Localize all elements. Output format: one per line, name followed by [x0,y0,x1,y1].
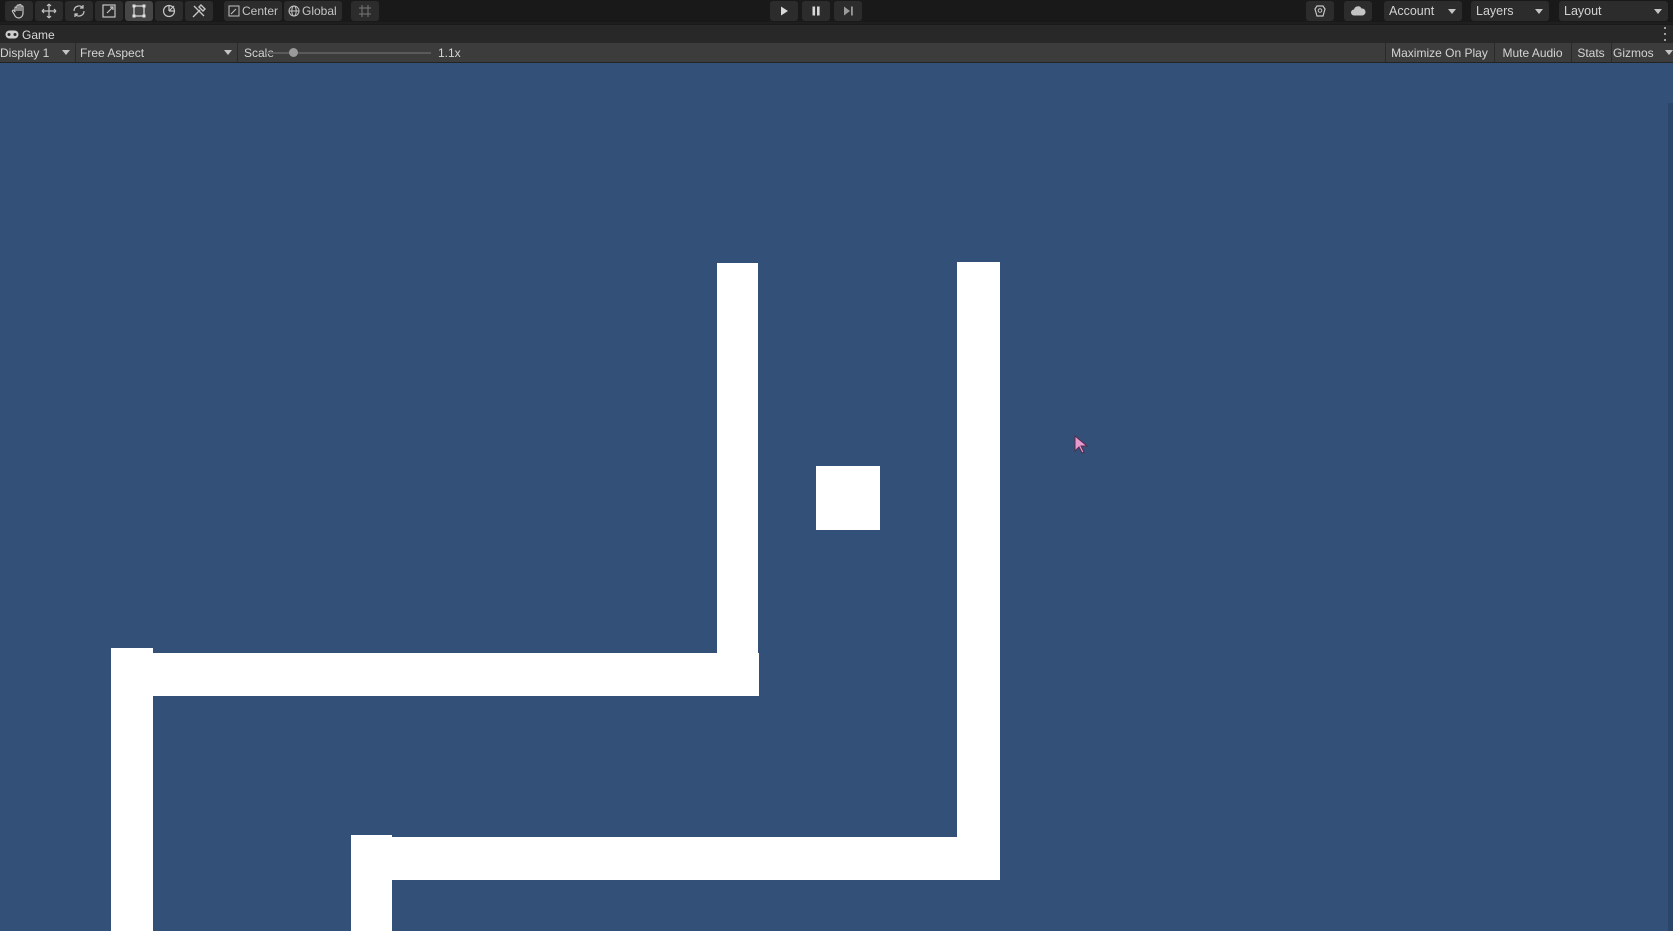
mouse-cursor-icon [1074,434,1089,458]
gamepad-icon [5,28,19,42]
grid-snap-icon [358,4,372,18]
step-icon [842,5,854,17]
tab-menu-icon[interactable] [1663,27,1667,41]
gizmos-chevron-down-icon [1665,50,1673,55]
layout-chevron-down-icon [1654,9,1662,14]
divider [1611,43,1612,62]
aspect-label: Free Aspect [80,45,145,60]
divider [237,43,238,62]
mute-audio-button[interactable]: Mute Audio [1495,43,1570,62]
wall-segment [717,263,758,690]
pivot-mode-button[interactable]: Center [224,1,282,21]
layout-label: Layout [1564,4,1602,18]
collab-icon [1313,4,1327,18]
editor-toolbar: Center Global Account Layers Layout [0,0,1673,22]
aspect-dropdown[interactable]: Free Aspect [80,43,235,62]
vertical-scrollbar[interactable] [1668,103,1673,931]
cloud-button[interactable] [1344,1,1372,21]
aspect-chevron-down-icon [224,50,232,55]
layout-dropdown[interactable]: Layout [1559,1,1668,21]
rotate-tool-button[interactable] [65,1,93,21]
rect-icon [131,3,147,19]
game-viewport[interactable] [0,63,1673,931]
scale-slider-thumb[interactable] [289,48,298,57]
pause-icon [810,5,822,17]
hand-tool-button[interactable] [5,1,33,21]
move-icon [41,3,57,19]
player-square [816,466,880,530]
game-view-toolbar: Display 1 Free Aspect Scale 1.1x Maximiz… [0,43,1673,63]
play-button[interactable] [770,1,798,21]
pivot-center-icon [228,5,240,17]
wall-segment [111,653,759,696]
rect-tool-button[interactable] [125,1,153,21]
display-label: Display 1 [0,45,50,60]
layers-dropdown[interactable]: Layers [1471,1,1549,21]
move-tool-button[interactable] [35,1,63,21]
scale-tool-button[interactable] [95,1,123,21]
hand-icon [11,3,27,19]
wall-segment [111,648,153,931]
pivot-mode-label: Center [242,4,279,18]
stats-button[interactable]: Stats [1572,43,1610,62]
layers-label: Layers [1476,4,1514,18]
custom-tool-icon [191,3,207,19]
wall-segment [351,837,1000,880]
scale-value: 1.1x [438,45,461,60]
globe-icon [288,5,300,17]
cloud-icon [1350,5,1366,17]
wall-segment [957,262,1000,880]
divider [75,43,76,62]
scale-icon [101,3,117,19]
display-chevron-down-icon [62,50,70,55]
step-button[interactable] [834,1,862,21]
layers-chevron-down-icon [1535,9,1543,14]
collab-button[interactable] [1306,1,1334,21]
custom-tool-button[interactable] [185,1,213,21]
account-dropdown[interactable]: Account [1384,1,1462,21]
gizmos-dropdown[interactable]: Gizmos [1613,43,1673,62]
tab-game-label: Game [22,27,55,42]
pivot-rotation-label: Global [302,4,337,18]
rotate-icon [71,3,87,19]
maximize-on-play-button[interactable]: Maximize On Play [1386,43,1493,62]
account-label: Account [1389,4,1435,18]
pause-button[interactable] [802,1,830,21]
wall-segment [351,835,392,931]
display-dropdown[interactable]: Display 1 [0,43,73,62]
transform-tool-button[interactable] [155,1,183,21]
account-chevron-down-icon [1448,9,1456,14]
game-tab-bar: Game [0,24,1673,44]
grid-snap-button[interactable] [351,1,379,21]
tab-game[interactable]: Game [0,25,55,44]
pivot-rotation-button[interactable]: Global [284,1,342,21]
play-icon [778,5,790,17]
transform-icon [161,3,177,19]
gizmos-label: Gizmos [1613,45,1654,60]
